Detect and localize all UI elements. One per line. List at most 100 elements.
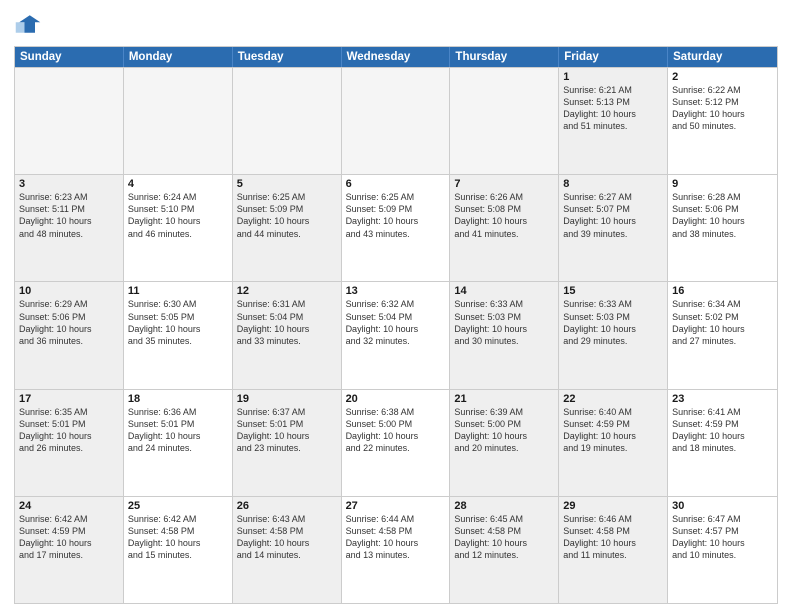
calendar-cell: 10Sunrise: 6:29 AM Sunset: 5:06 PM Dayli… (15, 282, 124, 388)
day-info: Sunrise: 6:31 AM Sunset: 5:04 PM Dayligh… (237, 298, 337, 347)
weekday-header-saturday: Saturday (668, 47, 777, 67)
calendar-cell: 30Sunrise: 6:47 AM Sunset: 4:57 PM Dayli… (668, 497, 777, 603)
day-number: 17 (19, 393, 119, 405)
day-number: 12 (237, 285, 337, 297)
calendar-cell (450, 68, 559, 174)
weekday-header-sunday: Sunday (15, 47, 124, 67)
day-number: 27 (346, 500, 446, 512)
weekday-header-tuesday: Tuesday (233, 47, 342, 67)
day-info: Sunrise: 6:27 AM Sunset: 5:07 PM Dayligh… (563, 191, 663, 240)
day-info: Sunrise: 6:39 AM Sunset: 5:00 PM Dayligh… (454, 406, 554, 455)
calendar-cell: 25Sunrise: 6:42 AM Sunset: 4:58 PM Dayli… (124, 497, 233, 603)
calendar-cell: 1Sunrise: 6:21 AM Sunset: 5:13 PM Daylig… (559, 68, 668, 174)
calendar-week-5: 24Sunrise: 6:42 AM Sunset: 4:59 PM Dayli… (15, 496, 777, 603)
day-number: 9 (672, 178, 773, 190)
day-info: Sunrise: 6:47 AM Sunset: 4:57 PM Dayligh… (672, 513, 773, 562)
calendar-cell: 16Sunrise: 6:34 AM Sunset: 5:02 PM Dayli… (668, 282, 777, 388)
calendar-cell: 7Sunrise: 6:26 AM Sunset: 5:08 PM Daylig… (450, 175, 559, 281)
calendar-header: SundayMondayTuesdayWednesdayThursdayFrid… (15, 47, 777, 67)
weekday-header-friday: Friday (559, 47, 668, 67)
calendar-cell: 28Sunrise: 6:45 AM Sunset: 4:58 PM Dayli… (450, 497, 559, 603)
calendar-body: 1Sunrise: 6:21 AM Sunset: 5:13 PM Daylig… (15, 67, 777, 603)
calendar-cell: 18Sunrise: 6:36 AM Sunset: 5:01 PM Dayli… (124, 390, 233, 496)
calendar-cell: 6Sunrise: 6:25 AM Sunset: 5:09 PM Daylig… (342, 175, 451, 281)
day-info: Sunrise: 6:41 AM Sunset: 4:59 PM Dayligh… (672, 406, 773, 455)
day-info: Sunrise: 6:24 AM Sunset: 5:10 PM Dayligh… (128, 191, 228, 240)
day-number: 26 (237, 500, 337, 512)
calendar-cell: 20Sunrise: 6:38 AM Sunset: 5:00 PM Dayli… (342, 390, 451, 496)
day-number: 8 (563, 178, 663, 190)
day-info: Sunrise: 6:46 AM Sunset: 4:58 PM Dayligh… (563, 513, 663, 562)
day-info: Sunrise: 6:38 AM Sunset: 5:00 PM Dayligh… (346, 406, 446, 455)
calendar-cell: 17Sunrise: 6:35 AM Sunset: 5:01 PM Dayli… (15, 390, 124, 496)
calendar-week-3: 10Sunrise: 6:29 AM Sunset: 5:06 PM Dayli… (15, 281, 777, 388)
calendar-cell: 29Sunrise: 6:46 AM Sunset: 4:58 PM Dayli… (559, 497, 668, 603)
calendar-cell (233, 68, 342, 174)
calendar-cell (342, 68, 451, 174)
day-number: 3 (19, 178, 119, 190)
day-number: 28 (454, 500, 554, 512)
day-info: Sunrise: 6:35 AM Sunset: 5:01 PM Dayligh… (19, 406, 119, 455)
calendar-cell (15, 68, 124, 174)
calendar-cell: 14Sunrise: 6:33 AM Sunset: 5:03 PM Dayli… (450, 282, 559, 388)
day-info: Sunrise: 6:34 AM Sunset: 5:02 PM Dayligh… (672, 298, 773, 347)
day-number: 2 (672, 71, 773, 83)
day-number: 20 (346, 393, 446, 405)
day-info: Sunrise: 6:33 AM Sunset: 5:03 PM Dayligh… (454, 298, 554, 347)
calendar-cell: 5Sunrise: 6:25 AM Sunset: 5:09 PM Daylig… (233, 175, 342, 281)
day-info: Sunrise: 6:32 AM Sunset: 5:04 PM Dayligh… (346, 298, 446, 347)
calendar-week-4: 17Sunrise: 6:35 AM Sunset: 5:01 PM Dayli… (15, 389, 777, 496)
day-info: Sunrise: 6:40 AM Sunset: 4:59 PM Dayligh… (563, 406, 663, 455)
calendar-cell: 2Sunrise: 6:22 AM Sunset: 5:12 PM Daylig… (668, 68, 777, 174)
day-info: Sunrise: 6:22 AM Sunset: 5:12 PM Dayligh… (672, 84, 773, 133)
day-info: Sunrise: 6:21 AM Sunset: 5:13 PM Dayligh… (563, 84, 663, 133)
day-info: Sunrise: 6:23 AM Sunset: 5:11 PM Dayligh… (19, 191, 119, 240)
calendar-week-2: 3Sunrise: 6:23 AM Sunset: 5:11 PM Daylig… (15, 174, 777, 281)
day-info: Sunrise: 6:26 AM Sunset: 5:08 PM Dayligh… (454, 191, 554, 240)
day-number: 24 (19, 500, 119, 512)
calendar-cell: 23Sunrise: 6:41 AM Sunset: 4:59 PM Dayli… (668, 390, 777, 496)
day-info: Sunrise: 6:36 AM Sunset: 5:01 PM Dayligh… (128, 406, 228, 455)
day-info: Sunrise: 6:25 AM Sunset: 5:09 PM Dayligh… (346, 191, 446, 240)
logo (14, 10, 46, 38)
day-number: 30 (672, 500, 773, 512)
day-number: 21 (454, 393, 554, 405)
calendar-cell: 3Sunrise: 6:23 AM Sunset: 5:11 PM Daylig… (15, 175, 124, 281)
day-number: 22 (563, 393, 663, 405)
header (14, 10, 778, 38)
day-info: Sunrise: 6:43 AM Sunset: 4:58 PM Dayligh… (237, 513, 337, 562)
day-number: 1 (563, 71, 663, 83)
day-number: 16 (672, 285, 773, 297)
day-info: Sunrise: 6:45 AM Sunset: 4:58 PM Dayligh… (454, 513, 554, 562)
day-number: 23 (672, 393, 773, 405)
day-number: 19 (237, 393, 337, 405)
day-info: Sunrise: 6:37 AM Sunset: 5:01 PM Dayligh… (237, 406, 337, 455)
day-info: Sunrise: 6:33 AM Sunset: 5:03 PM Dayligh… (563, 298, 663, 347)
day-info: Sunrise: 6:42 AM Sunset: 4:58 PM Dayligh… (128, 513, 228, 562)
day-number: 13 (346, 285, 446, 297)
calendar-cell: 8Sunrise: 6:27 AM Sunset: 5:07 PM Daylig… (559, 175, 668, 281)
day-number: 25 (128, 500, 228, 512)
day-number: 5 (237, 178, 337, 190)
day-info: Sunrise: 6:29 AM Sunset: 5:06 PM Dayligh… (19, 298, 119, 347)
calendar-cell: 22Sunrise: 6:40 AM Sunset: 4:59 PM Dayli… (559, 390, 668, 496)
calendar-cell: 12Sunrise: 6:31 AM Sunset: 5:04 PM Dayli… (233, 282, 342, 388)
day-info: Sunrise: 6:25 AM Sunset: 5:09 PM Dayligh… (237, 191, 337, 240)
logo-icon (14, 10, 42, 38)
calendar-cell: 13Sunrise: 6:32 AM Sunset: 5:04 PM Dayli… (342, 282, 451, 388)
calendar-cell (124, 68, 233, 174)
calendar-cell: 19Sunrise: 6:37 AM Sunset: 5:01 PM Dayli… (233, 390, 342, 496)
page: SundayMondayTuesdayWednesdayThursdayFrid… (0, 0, 792, 612)
day-number: 6 (346, 178, 446, 190)
weekday-header-wednesday: Wednesday (342, 47, 451, 67)
day-info: Sunrise: 6:30 AM Sunset: 5:05 PM Dayligh… (128, 298, 228, 347)
day-number: 10 (19, 285, 119, 297)
day-number: 14 (454, 285, 554, 297)
day-info: Sunrise: 6:44 AM Sunset: 4:58 PM Dayligh… (346, 513, 446, 562)
weekday-header-thursday: Thursday (450, 47, 559, 67)
calendar-cell: 11Sunrise: 6:30 AM Sunset: 5:05 PM Dayli… (124, 282, 233, 388)
calendar-cell: 4Sunrise: 6:24 AM Sunset: 5:10 PM Daylig… (124, 175, 233, 281)
calendar-cell: 9Sunrise: 6:28 AM Sunset: 5:06 PM Daylig… (668, 175, 777, 281)
calendar-week-1: 1Sunrise: 6:21 AM Sunset: 5:13 PM Daylig… (15, 67, 777, 174)
calendar: SundayMondayTuesdayWednesdayThursdayFrid… (14, 46, 778, 604)
